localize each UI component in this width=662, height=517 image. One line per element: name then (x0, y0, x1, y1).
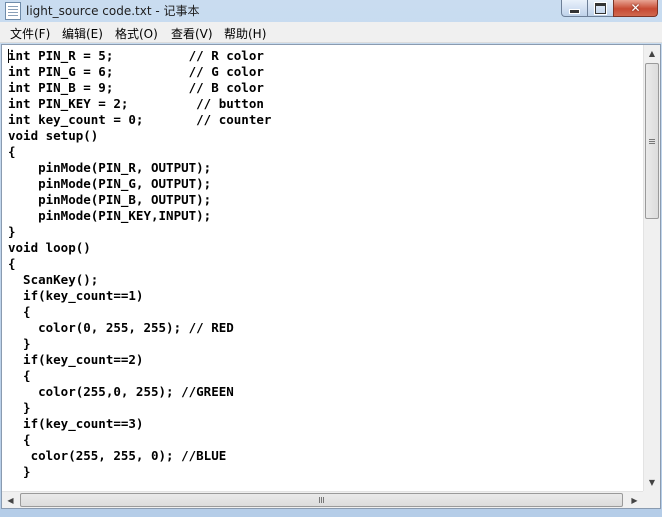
code-line: { (8, 432, 31, 447)
code-line: void setup() (8, 128, 99, 143)
code-line: { (8, 256, 16, 271)
scrollbar-corner (643, 491, 660, 508)
code-line: pinMode(PIN_R, OUTPUT); (8, 160, 212, 175)
code-line: } (8, 464, 31, 479)
code-line: { (8, 368, 31, 383)
code-line: int PIN_KEY = 2; // button (8, 96, 264, 111)
code-line: } (8, 224, 16, 239)
menu-edit[interactable]: 编辑(E) (62, 25, 103, 42)
code-line: { (8, 304, 31, 319)
scroll-down-button[interactable]: ▼ (644, 474, 660, 491)
code-line: pinMode(PIN_KEY,INPUT); (8, 208, 212, 223)
horizontal-scrollbar[interactable]: ◀ ▶ (2, 491, 643, 508)
minimize-icon (569, 8, 580, 14)
code-line: } (8, 400, 31, 415)
scroll-right-button[interactable]: ▶ (626, 492, 643, 508)
text-caret (8, 49, 9, 63)
code-line: int PIN_G = 6; // G color (8, 64, 264, 79)
code-line: ScanKey(); (8, 272, 99, 287)
menu-help[interactable]: 帮助(H) (224, 25, 266, 42)
arrow-left-icon: ◀ (7, 495, 14, 505)
close-button[interactable]: ✕ (613, 0, 658, 17)
maximize-button[interactable] (587, 0, 614, 17)
arrow-down-icon: ▼ (648, 478, 656, 487)
minimize-button[interactable] (561, 0, 588, 17)
code-line: } (8, 336, 31, 351)
arrow-up-icon: ▲ (648, 49, 656, 58)
horizontal-scroll-thumb[interactable] (20, 493, 623, 507)
code-line: color(0, 255, 255); // RED (8, 320, 234, 335)
code-line: pinMode(PIN_B, OUTPUT); (8, 192, 212, 207)
grip-icon (321, 497, 322, 503)
code-text[interactable]: int PIN_R = 5; // R color int PIN_G = 6; … (8, 48, 271, 480)
vertical-scroll-thumb[interactable] (645, 63, 659, 219)
maximize-icon (595, 2, 606, 14)
menu-bar: 文件(F) 编辑(E) 格式(O) 查看(V) 帮助(H) (0, 22, 662, 43)
scroll-left-button[interactable]: ◀ (2, 492, 19, 508)
code-line: int key_count = 0; // counter (8, 112, 272, 127)
window-title: light_source code.txt - 记事本 (26, 4, 200, 18)
title-bar[interactable]: light_source code.txt - 记事本 ✕ (0, 0, 662, 22)
code-line: if(key_count==1) (8, 288, 144, 303)
menu-file[interactable]: 文件(F) (10, 25, 50, 42)
code-line: void loop() (8, 240, 91, 255)
code-line: color(255,0, 255); //GREEN (8, 384, 234, 399)
code-line: { (8, 144, 16, 159)
scroll-up-button[interactable]: ▲ (644, 45, 660, 62)
code-line: if(key_count==3) (8, 416, 144, 431)
grip-icon (649, 140, 655, 142)
notepad-window: light_source code.txt - 记事本 ✕ 文件(F) 编辑(E… (0, 0, 662, 517)
code-line: int PIN_R = 5; // R color (8, 48, 264, 63)
close-icon: ✕ (630, 1, 641, 15)
code-line: color(255, 255, 0); //BLUE (8, 448, 227, 463)
vertical-scrollbar[interactable]: ▲ ▼ (643, 45, 660, 491)
arrow-right-icon: ▶ (631, 495, 638, 505)
notepad-app-icon[interactable] (5, 2, 21, 20)
menu-format[interactable]: 格式(O) (115, 25, 158, 42)
code-line: int PIN_B = 9; // B color (8, 80, 264, 95)
text-editor-area[interactable]: int PIN_R = 5; // R color int PIN_G = 6; … (1, 44, 661, 509)
code-line: pinMode(PIN_G, OUTPUT); (8, 176, 212, 191)
menu-view[interactable]: 查看(V) (171, 25, 213, 42)
code-line: if(key_count==2) (8, 352, 144, 367)
